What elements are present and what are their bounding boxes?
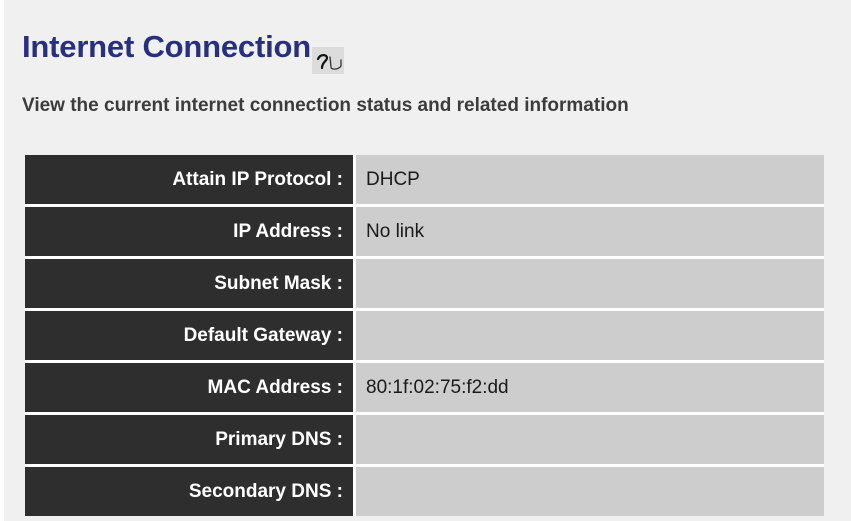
title-row: Internet Connection (22, 10, 344, 74)
row-label: Secondary DNS : (25, 465, 356, 516)
connection-status-table: Attain IP Protocol : DHCP IP Address : N… (25, 155, 824, 516)
content-panel: Internet Connection View the current int… (4, 0, 851, 521)
help-icon[interactable] (311, 47, 344, 74)
table-row: IP Address : No link (25, 205, 824, 259)
row-label: Subnet Mask : (25, 257, 356, 311)
page-description: View the current internet connection sta… (22, 95, 629, 116)
row-label: Default Gateway : (25, 309, 356, 363)
table-row: Default Gateway : (25, 309, 824, 363)
row-label: MAC Address : (25, 361, 356, 415)
row-value: No link (354, 205, 824, 259)
row-label: Primary DNS : (25, 413, 356, 467)
row-label: IP Address : (25, 205, 356, 259)
row-label: Attain IP Protocol : (25, 155, 356, 207)
row-value (354, 257, 824, 311)
table-row: Attain IP Protocol : DHCP (25, 155, 824, 207)
help-glyph (316, 54, 342, 70)
row-value (354, 309, 824, 363)
table-row: Primary DNS : (25, 413, 824, 467)
page-title: Internet Connection (22, 29, 311, 64)
table-row: Secondary DNS : (25, 465, 824, 516)
table-row: Subnet Mask : (25, 257, 824, 311)
table-row: MAC Address : 80:1f:02:75:f2:dd (25, 361, 824, 415)
row-value (354, 413, 824, 467)
row-value (354, 465, 824, 516)
row-value: 80:1f:02:75:f2:dd (354, 361, 824, 415)
row-value: DHCP (354, 155, 824, 207)
